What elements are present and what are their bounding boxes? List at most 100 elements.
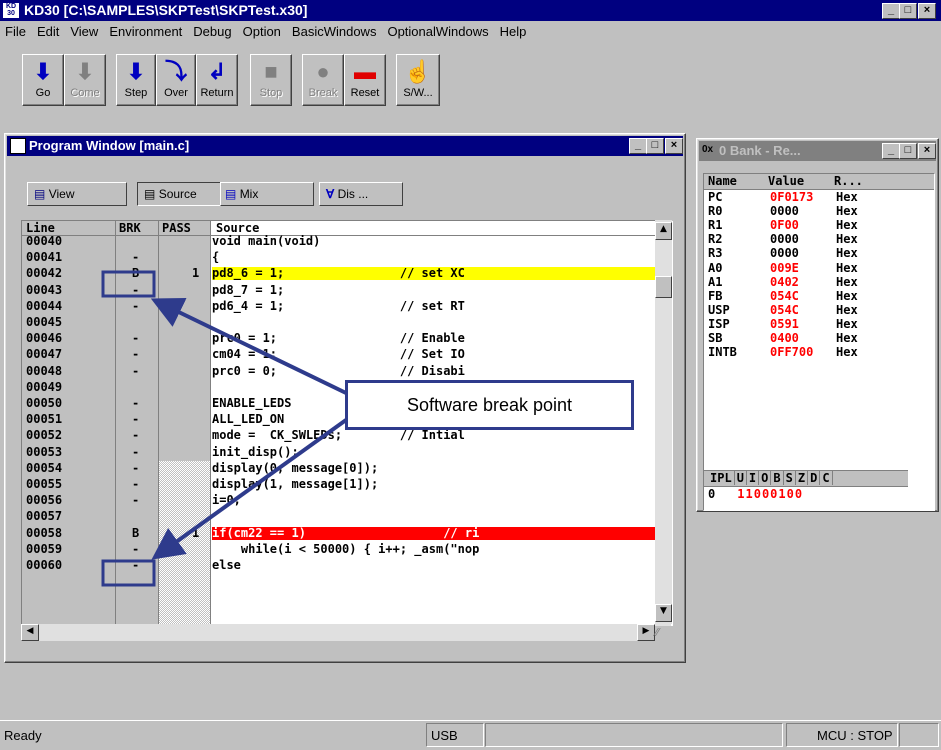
tab-source[interactable]: ▤ Source <box>137 182 221 206</box>
flag-ipl-value[interactable]: 0 <box>708 487 715 501</box>
source-line[interactable]: i=0; <box>212 494 670 507</box>
source-line[interactable]: pd6_4 = 1; // set RT <box>212 300 670 313</box>
tab-view[interactable]: ▤ View <box>27 182 127 206</box>
flag-bit-value[interactable]: 1 <box>778 487 785 501</box>
program-maximize-icon[interactable]: □ <box>646 138 664 154</box>
app-icon[interactable]: KD 30 <box>3 3 19 18</box>
register-value[interactable]: 0000 <box>770 247 832 260</box>
brk-cell[interactable]: - <box>132 413 139 426</box>
source-line[interactable]: init_disp(); <box>212 446 670 459</box>
break-button[interactable]: ● Break <box>302 54 344 106</box>
step-button[interactable]: ⬇ Step <box>116 54 156 106</box>
tab-mix[interactable]: ▤ Mix <box>220 182 314 206</box>
source-line[interactable]: pd8_6 = 1; // set XC <box>212 267 670 281</box>
table-row[interactable]: 00042 B 1 pd8_6 = 1; // set XC <box>22 267 672 281</box>
brk-cell[interactable]: - <box>132 251 139 264</box>
menu-help[interactable]: Help <box>500 21 527 43</box>
size-grip[interactable]: ⁄⁄ <box>655 626 672 641</box>
program-minimize-icon[interactable]: _ <box>629 138 647 154</box>
minimize-icon[interactable]: _ <box>882 3 900 19</box>
scroll-right-icon[interactable]: ▶ <box>637 624 655 641</box>
table-row[interactable]: 00043 - pd8_7 = 1; <box>22 283 672 297</box>
source-line[interactable]: else <box>212 559 670 572</box>
menu-file[interactable]: File <box>5 21 26 43</box>
flag-bit-value[interactable]: 0 <box>762 487 769 501</box>
flag-bit-value[interactable]: 0 <box>795 487 802 501</box>
register-value[interactable]: 0F0173 <box>770 191 832 204</box>
source-line[interactable]: mode = CK_SWLEDs; // Intial <box>212 429 670 442</box>
register-value[interactable]: 0400 <box>770 332 832 345</box>
return-button[interactable]: ↲ Return <box>196 54 238 106</box>
brk-cell[interactable]: - <box>132 397 139 410</box>
menu-option[interactable]: Option <box>243 21 281 43</box>
table-row[interactable]: 00060 - else <box>22 559 672 572</box>
register-row[interactable]: ISP 0591 Hex <box>708 317 930 331</box>
scroll-left-icon[interactable]: ◀ <box>21 624 39 641</box>
table-row[interactable]: 00041 - { <box>22 251 672 264</box>
table-row[interactable]: 00057 <box>22 510 672 523</box>
register-close-icon[interactable]: × <box>918 143 936 159</box>
brk-cell[interactable]: B <box>132 526 139 540</box>
table-row[interactable]: 00055 - display(1, message[1]); <box>22 478 672 491</box>
reset-button[interactable]: ▬ Reset <box>344 54 386 106</box>
flag-bit-value[interactable]: 1 <box>745 487 752 501</box>
brk-cell[interactable]: - <box>132 494 139 507</box>
source-line[interactable]: prc0 = 1; // Enable <box>212 332 670 345</box>
brk-cell[interactable]: - <box>132 364 139 378</box>
maximize-icon[interactable]: □ <box>899 3 917 19</box>
table-row[interactable]: 00046 - prc0 = 1; // Enable <box>22 332 672 345</box>
brk-cell[interactable]: - <box>132 299 139 313</box>
register-value[interactable]: 009E <box>770 261 832 275</box>
register-row[interactable]: A1 0402 Hex <box>708 275 930 289</box>
brk-cell[interactable]: - <box>132 461 139 475</box>
register-row[interactable]: R3 0000 Hex <box>708 247 930 260</box>
menu-basicwindows[interactable]: BasicWindows <box>292 21 377 43</box>
flag-bit-value[interactable]: 0 <box>754 487 761 501</box>
source-line[interactable]: display(1, message[1]); <box>212 478 670 491</box>
register-value[interactable]: 0402 <box>770 275 832 289</box>
brk-cell[interactable]: - <box>132 429 139 442</box>
source-line[interactable]: if(cm22 == 1) // ri <box>212 526 670 540</box>
menu-edit[interactable]: Edit <box>37 21 59 43</box>
source-line[interactable]: display(0, message[0]); <box>212 462 670 475</box>
register-grid[interactable]: Name Value R... PC 0F0173 Hex R0 0000 Hex R1 0F… <box>703 173 935 511</box>
menu-debug[interactable]: Debug <box>193 21 231 43</box>
source-line[interactable]: void main(void) <box>212 235 670 248</box>
register-row[interactable]: R0 0000 Hex <box>708 205 930 218</box>
brk-cell[interactable]: B <box>132 267 139 280</box>
table-row[interactable]: 00052 - mode = CK_SWLEDs; // Intial <box>22 429 672 442</box>
register-row[interactable]: SB 0400 Hex <box>708 332 930 345</box>
register-maximize-icon[interactable]: □ <box>899 143 917 159</box>
brk-cell[interactable]: - <box>132 542 139 556</box>
menu-optionalwindows[interactable]: OptionalWindows <box>387 21 488 43</box>
over-button[interactable]: ⤵ Over <box>156 54 196 106</box>
sw-break-button[interactable]: ☝ S/W... <box>396 54 440 106</box>
table-row[interactable]: 00048 - prc0 = 0; // Disabi <box>22 364 672 378</box>
register-value[interactable]: 054C <box>770 303 832 317</box>
register-value[interactable]: 0F00 <box>770 219 832 232</box>
brk-cell[interactable]: - <box>132 283 139 297</box>
register-row[interactable]: R2 0000 Hex <box>708 233 930 246</box>
flag-bit-value[interactable]: 1 <box>737 487 744 501</box>
table-row[interactable]: 00059 - while(i < 50000) { i++; _asm("nop <box>22 542 672 556</box>
table-row[interactable]: 00044 - pd6_4 = 1; // set RT <box>22 299 672 313</box>
register-value[interactable]: 0000 <box>770 205 832 218</box>
source-line[interactable]: cm04 = 1; // Set IO <box>212 348 670 361</box>
scroll-thumb[interactable] <box>655 276 672 298</box>
brk-cell[interactable]: - <box>132 559 139 572</box>
scroll-up-icon[interactable]: ▲ <box>655 222 672 240</box>
register-row[interactable]: USP 054C Hex <box>708 303 930 317</box>
brk-cell[interactable]: - <box>132 348 139 361</box>
stop-button[interactable]: ■ Stop <box>250 54 292 106</box>
go-button[interactable]: ⬇ Go <box>22 54 64 106</box>
source-hscrollbar[interactable]: ◀ ▶ <box>21 624 671 641</box>
table-row[interactable]: 00054 - display(0, message[0]); <box>22 461 672 475</box>
register-row[interactable]: PC 0F0173 Hex <box>708 191 930 204</box>
menu-environment[interactable]: Environment <box>109 21 182 43</box>
table-row[interactable]: 00045 <box>22 316 672 329</box>
come-button[interactable]: ⬇ Come <box>64 54 106 106</box>
table-row[interactable]: 00056 - i=0; <box>22 494 672 507</box>
source-line[interactable]: pd8_7 = 1; <box>212 284 670 297</box>
register-value[interactable]: 0000 <box>770 233 832 246</box>
register-row[interactable]: INTB 0FF700 Hex <box>708 346 930 359</box>
